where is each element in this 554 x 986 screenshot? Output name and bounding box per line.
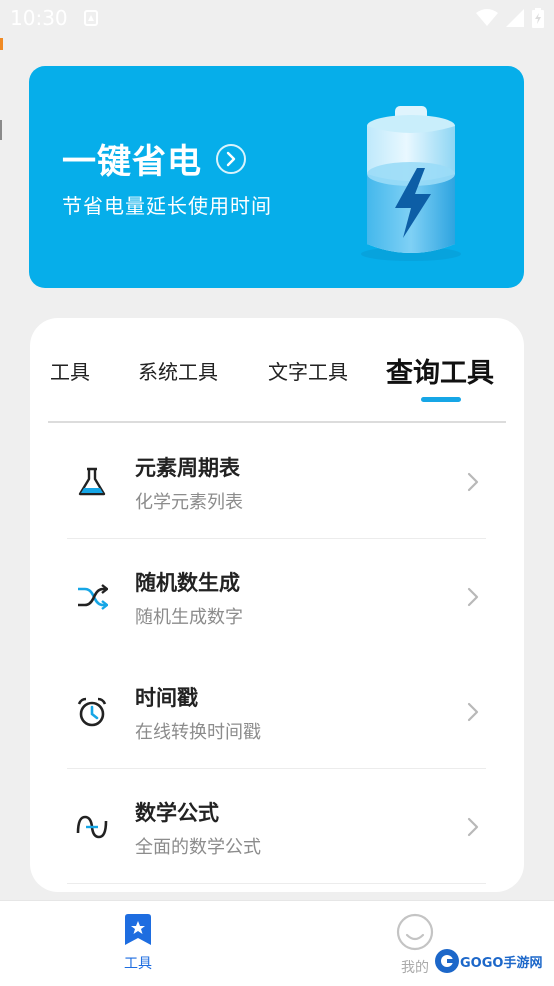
edge-artifact	[0, 38, 3, 50]
edge-artifact	[0, 120, 2, 140]
tool-subtitle: 全面的数学公式	[135, 837, 261, 858]
chevron-right-icon	[467, 702, 479, 722]
shuffle-icon	[75, 580, 109, 614]
alarm-clock-icon	[75, 695, 109, 729]
battery-status-icon	[532, 8, 544, 28]
chevron-right-circle-icon[interactable]	[216, 143, 246, 174]
banner-subtitle: 节省电量延长使用时间	[62, 194, 272, 218]
nav-tools[interactable]: 工具	[93, 913, 183, 977]
signal-icon	[506, 9, 524, 27]
tool-subtitle: 化学元素列表	[135, 492, 243, 513]
tab-indicator	[421, 397, 461, 402]
tool-title: 数学公式	[135, 801, 219, 825]
smile-face-icon	[396, 913, 434, 951]
list-item-timestamp[interactable]: 时间戳 在线转换时间戳	[67, 654, 486, 769]
battery-bolt-icon	[361, 106, 461, 261]
tab-query-tools[interactable]: 查询工具	[386, 348, 494, 392]
tool-subtitle: 随机生成数字	[135, 607, 243, 628]
category-tabs: 工具 系统工具 文字工具 查询工具	[30, 348, 524, 408]
status-bar: 10:30	[0, 0, 554, 36]
nav-label: 工具	[124, 956, 152, 972]
notification-icon	[83, 10, 98, 26]
tab-system-tools[interactable]: 系统工具	[138, 348, 218, 392]
banner-title: 一键省电	[62, 142, 202, 182]
list-item-math-formula[interactable]: 数学公式 全面的数学公式	[67, 769, 486, 884]
list-item-random-number[interactable]: 随机数生成 随机生成数字	[67, 539, 486, 654]
flask-icon	[75, 465, 109, 499]
tool-subtitle: 在线转换时间戳	[135, 722, 261, 743]
chevron-right-icon	[467, 817, 479, 837]
bookmark-star-icon	[125, 914, 151, 945]
watermark-logo: GOGO手游网	[434, 946, 550, 976]
watermark-text: GOGO手游网	[460, 955, 543, 971]
tool-title: 随机数生成	[135, 571, 240, 595]
watermark-g-icon	[435, 949, 459, 973]
tab-text-tools[interactable]: 文字工具	[268, 348, 348, 392]
chevron-right-icon	[467, 587, 479, 607]
status-time: 10:30	[10, 6, 68, 30]
tab-tools[interactable]: 工具	[50, 348, 90, 392]
tools-card: 工具 系统工具 文字工具 查询工具 元素周期表 化学元素列表 随机数生成 随机生…	[30, 318, 524, 892]
tool-title: 时间戳	[135, 686, 198, 710]
tool-title: 元素周期表	[135, 456, 240, 480]
sine-wave-icon	[75, 810, 109, 844]
list-divider	[67, 883, 486, 884]
tabs-divider	[48, 421, 506, 423]
list-item-periodic-table[interactable]: 元素周期表 化学元素列表	[67, 424, 486, 539]
power-saving-banner[interactable]: 一键省电 节省电量延长使用时间	[29, 66, 524, 288]
chevron-right-icon	[467, 472, 479, 492]
nav-label: 我的	[401, 960, 429, 976]
wifi-icon	[476, 9, 498, 26]
